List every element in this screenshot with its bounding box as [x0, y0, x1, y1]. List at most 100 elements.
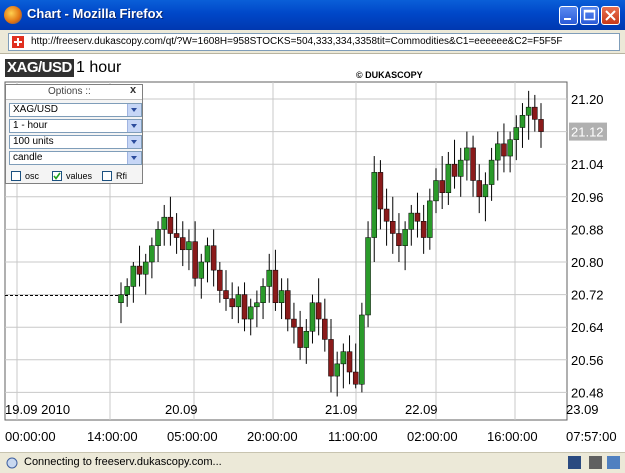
- copyright-label: © DUKASCOPY: [356, 70, 423, 80]
- candle-body: [167, 216, 174, 234]
- resize-grip-icon: [607, 456, 620, 469]
- chevron-down-icon[interactable]: [127, 152, 141, 164]
- candle-body: [352, 371, 359, 385]
- candle-body: [136, 265, 143, 275]
- candle-body: [495, 143, 501, 161]
- candle-body: [285, 290, 291, 320]
- candle-body: [525, 106, 532, 116]
- candle-body: [390, 221, 396, 234]
- style-select[interactable]: candle: [9, 151, 142, 165]
- time-label: 11:00:00: [328, 429, 378, 444]
- candle-body: [217, 269, 223, 291]
- candle-body: [408, 212, 415, 230]
- period-select[interactable]: 1 - hour: [9, 119, 142, 133]
- candle-body: [229, 298, 235, 308]
- options-checkboxes: osc values Rfi: [9, 171, 142, 183]
- candle-body: [235, 294, 242, 308]
- options-header[interactable]: Options :: x: [6, 84, 142, 100]
- candle-body: [142, 261, 149, 275]
- candle-body: [272, 269, 279, 303]
- candle-body: [340, 351, 347, 365]
- candle-body: [439, 180, 445, 193]
- date-label: 21.09: [325, 402, 358, 417]
- candle-body: [173, 233, 180, 238]
- y-tick-label: 20.72: [571, 288, 604, 303]
- candle-body: [291, 318, 297, 328]
- chevron-down-icon[interactable]: [127, 136, 141, 148]
- y-tick-label: 20.56: [571, 353, 604, 368]
- security-icon[interactable]: [568, 456, 581, 469]
- candle-body: [365, 237, 371, 316]
- candle-body: [383, 208, 390, 222]
- candle-body: [414, 212, 421, 222]
- instrument-select[interactable]: XAG/USD: [9, 103, 142, 117]
- time-label: 14:00:00: [87, 429, 138, 444]
- candle-body: [315, 302, 322, 320]
- units-select[interactable]: 100 units: [9, 135, 142, 149]
- candle-body: [161, 216, 167, 230]
- time-label: 02:00:00: [407, 429, 458, 444]
- candle-body: [396, 233, 402, 246]
- candle-body: [130, 265, 137, 287]
- values-checkbox[interactable]: [52, 171, 62, 181]
- candle-body: [507, 139, 513, 157]
- candle-body: [118, 294, 124, 304]
- rfi-checkbox[interactable]: [102, 171, 112, 181]
- status-bar: Connecting to freeserv.dukascopy.com...: [0, 452, 625, 473]
- candle-body: [322, 318, 328, 340]
- options-close-button[interactable]: x: [130, 84, 136, 96]
- candle-body: [433, 180, 439, 202]
- time-label: 07:57:00: [566, 429, 617, 444]
- candle-body: [303, 331, 310, 348]
- check-icon: [53, 172, 61, 180]
- candle-body: [476, 180, 482, 198]
- candle-body: [297, 326, 303, 348]
- candle-body: [254, 302, 260, 308]
- date-label: 22.09: [405, 402, 438, 417]
- y-tick-label: 20.96: [571, 190, 604, 205]
- chevron-down-icon[interactable]: [127, 104, 141, 116]
- period-value: 1 - hour: [13, 120, 48, 131]
- candle-body: [328, 339, 334, 377]
- loading-icon: [6, 457, 18, 469]
- candle-body: [223, 290, 229, 299]
- price-axis: 21.20 21.12 21.04 20.96 20.88 20.80 20.72 20.64…: [569, 92, 607, 400]
- date-label: 23.09: [566, 402, 599, 417]
- candle-body: [149, 245, 155, 263]
- candle-body: [359, 314, 365, 385]
- options-panel: Options :: x XAG/USD 1 - hour 100 units …: [5, 84, 143, 184]
- candle-body: [451, 163, 458, 177]
- candle-body: [532, 106, 538, 120]
- candle-body: [445, 163, 452, 193]
- candle-body: [210, 245, 217, 271]
- candle-body: [334, 363, 340, 377]
- candle-body: [155, 229, 161, 246]
- date-label: 20.09: [165, 402, 198, 417]
- osc-label: osc: [25, 171, 40, 181]
- addon-icon[interactable]: [589, 456, 602, 469]
- y-tick-label: 21.20: [571, 92, 604, 107]
- osc-checkbox[interactable]: [11, 171, 21, 181]
- symbol-label: XAG/USD: [5, 59, 74, 77]
- candle-body: [241, 294, 248, 320]
- time-label: 00:00:00: [5, 429, 56, 444]
- candle-body: [420, 221, 427, 238]
- candle-body: [377, 172, 384, 210]
- candle-body: [470, 147, 476, 181]
- chevron-down-icon[interactable]: [127, 120, 141, 132]
- candle-body: [457, 159, 464, 177]
- candle-body: [204, 245, 211, 263]
- candle-body: [180, 237, 186, 251]
- candle-body: [124, 286, 130, 295]
- options-title: Options ::: [48, 86, 91, 97]
- candle-body: [260, 286, 266, 304]
- date-label: 19.09 2010: [5, 402, 70, 417]
- y-tick-label: 20.88: [571, 222, 604, 237]
- candle-body: [192, 241, 198, 279]
- candle-body: [513, 127, 520, 141]
- candle-body: [198, 261, 205, 279]
- time-label: 20:00:00: [247, 429, 298, 444]
- y-tick-label: 20.80: [571, 255, 604, 270]
- time-label: 16:00:00: [487, 429, 538, 444]
- candle-body: [538, 119, 544, 132]
